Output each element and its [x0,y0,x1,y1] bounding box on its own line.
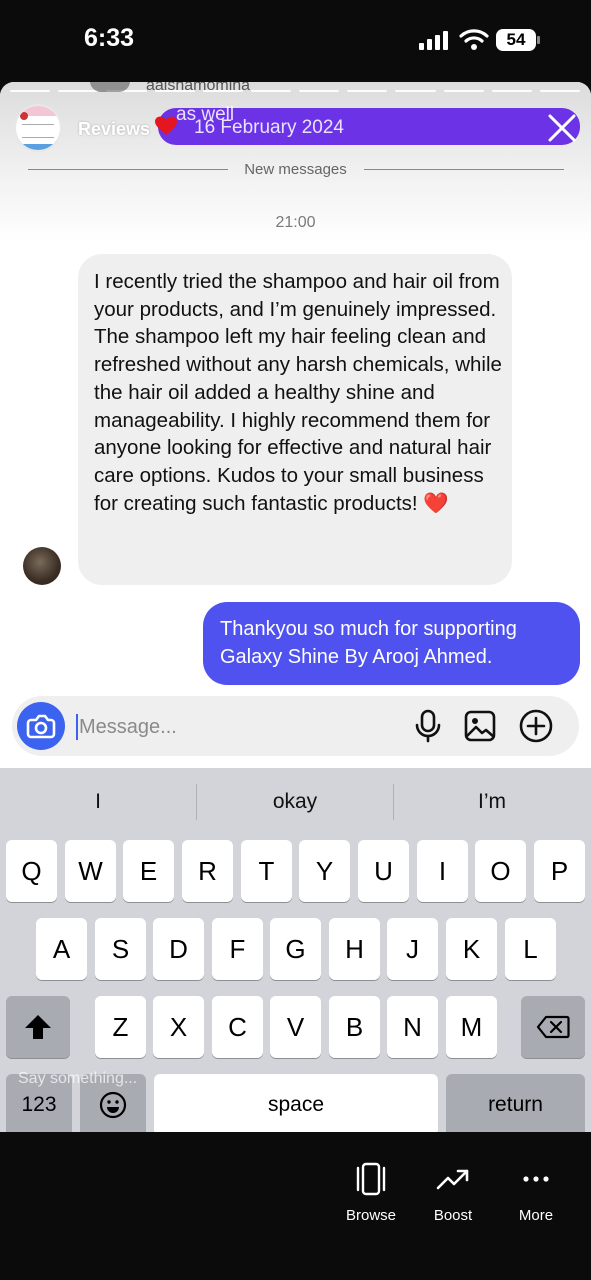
key-j[interactable]: J [387,918,438,980]
key-x[interactable]: X [153,996,204,1058]
key-l[interactable]: L [505,918,556,980]
return-key[interactable]: return [446,1074,585,1132]
status-bar: 6:33 54 [0,0,591,82]
more-label: More [518,1207,554,1224]
key-v[interactable]: V [270,996,321,1058]
key-i[interactable]: I [417,840,468,902]
banner-date: 16 February 2024 [194,117,344,138]
suggestion-3[interactable]: I’m [394,790,590,814]
shift-arrow-icon [25,1015,51,1039]
key-m[interactable]: M [446,996,497,1058]
add-circle-icon[interactable] [518,708,554,744]
suggestion-2[interactable]: okay [197,790,393,814]
key-b[interactable]: B [329,996,380,1058]
key-a[interactable]: A [36,918,87,980]
key-d[interactable]: D [153,918,204,980]
emoji-icon [99,1091,127,1119]
gallery-icon[interactable] [463,709,497,743]
ghost-username: aaishamomina [146,82,251,94]
key-u[interactable]: U [358,840,409,902]
suggestion-1[interactable]: I [0,790,196,814]
ghost-header-avatar [90,82,130,92]
key-k[interactable]: K [446,918,497,980]
key-z[interactable]: Z [95,996,146,1058]
key-n[interactable]: N [387,996,438,1058]
key-c[interactable]: C [212,996,263,1058]
key-h[interactable]: H [329,918,380,980]
backspace-icon [536,1015,570,1039]
key-t[interactable]: T [241,840,292,902]
cellular-signal-icon [419,31,448,50]
microphone-icon[interactable] [413,709,443,743]
boost-label: Boost [433,1207,473,1224]
browse-button[interactable]: Browse [331,1162,411,1224]
story-avatar[interactable] [16,106,60,150]
divider-right [364,169,564,170]
bottom-toolbar: Browse Boost More [0,1132,591,1280]
more-button[interactable]: More [496,1162,576,1224]
message-timestamp: 21:00 [275,214,316,231]
wifi-icon [459,29,489,50]
key-s[interactable]: S [95,918,146,980]
boost-button[interactable]: Boost [413,1162,493,1224]
sent-message-text: Thankyou so much for supporting Galaxy S… [220,618,517,668]
space-key[interactable]: space [154,1074,438,1132]
close-icon[interactable] [546,112,578,144]
key-w[interactable]: W [65,840,116,902]
backspace-key[interactable] [521,996,585,1058]
shift-key[interactable] [6,996,70,1058]
key-o[interactable]: O [475,840,526,902]
trend-up-icon [436,1169,469,1190]
text-cursor [76,714,78,740]
status-time: 6:33 [84,24,135,52]
chat-screen: aaishamomina as well 16 February 2024 Re… [0,82,591,1132]
received-message-text: I recently tried the shampoo and hair oi… [94,270,502,515]
battery-level: 54 [496,29,536,51]
message-input[interactable] [79,713,379,741]
camera-button[interactable] [17,702,65,750]
key-p[interactable]: P [534,840,585,902]
browse-label: Browse [345,1207,397,1224]
camera-icon [26,714,56,739]
phone-outline-icon [356,1162,386,1196]
heart-icon [155,116,177,135]
key-f[interactable]: F [212,918,263,980]
keyboard: I okay I’m Q W E R T Y U I O P A S D F G… [0,768,591,1132]
battery-tip [537,36,540,44]
sender-avatar[interactable] [23,547,61,585]
key-e[interactable]: E [123,840,174,902]
overlay-ghost-text: Say something... [18,1070,138,1087]
key-r[interactable]: R [182,840,233,902]
key-g[interactable]: G [270,918,321,980]
key-q[interactable]: Q [6,840,57,902]
story-title[interactable]: Reviews [78,119,150,140]
more-dots-icon [523,1176,549,1182]
key-y[interactable]: Y [299,840,350,902]
